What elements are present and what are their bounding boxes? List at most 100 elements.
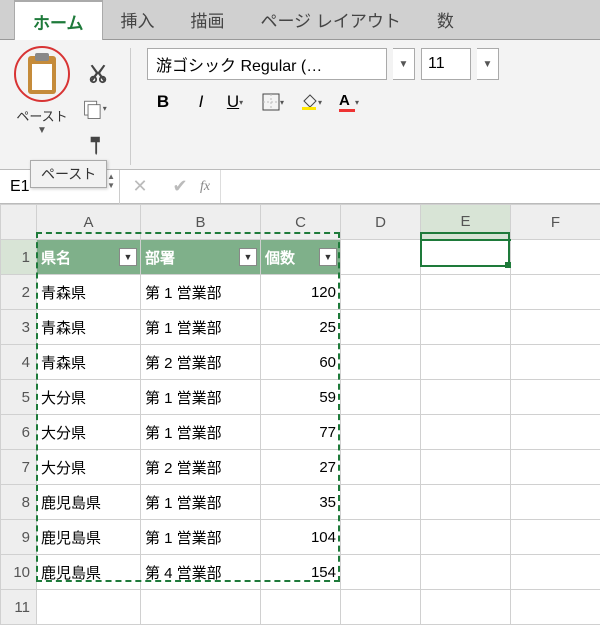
- fill-color-button[interactable]: ▾: [299, 88, 331, 116]
- cell[interactable]: 第 2 営業部: [141, 450, 261, 485]
- cancel-icon[interactable]: ✕: [132, 176, 147, 197]
- cell[interactable]: [341, 415, 421, 450]
- col-header-b[interactable]: B: [141, 205, 261, 240]
- cell[interactable]: 第 1 営業部: [141, 380, 261, 415]
- cell[interactable]: [421, 415, 511, 450]
- row-header[interactable]: 9: [1, 520, 37, 555]
- fx-label[interactable]: fx: [200, 179, 220, 195]
- cell[interactable]: 25: [261, 310, 341, 345]
- cell[interactable]: [261, 590, 341, 625]
- cell[interactable]: 鹿児島県: [37, 520, 141, 555]
- borders-button[interactable]: ▾: [261, 88, 293, 116]
- row-header[interactable]: 10: [1, 555, 37, 590]
- cell[interactable]: [341, 590, 421, 625]
- cell[interactable]: 第 1 営業部: [141, 520, 261, 555]
- cell[interactable]: 青森県: [37, 310, 141, 345]
- cell[interactable]: [511, 520, 600, 555]
- cut-button[interactable]: [82, 60, 114, 86]
- cell[interactable]: [421, 520, 511, 555]
- col-header-e[interactable]: E: [421, 205, 511, 240]
- cell[interactable]: [421, 450, 511, 485]
- italic-button[interactable]: I: [185, 88, 217, 116]
- cell[interactable]: 大分県: [37, 450, 141, 485]
- cell[interactable]: 35: [261, 485, 341, 520]
- cell[interactable]: 第 1 営業部: [141, 275, 261, 310]
- bold-button[interactable]: B: [147, 88, 179, 116]
- tab-draw[interactable]: 描画: [173, 0, 243, 39]
- cell[interactable]: [511, 590, 600, 625]
- row-header[interactable]: 6: [1, 415, 37, 450]
- cell[interactable]: 59: [261, 380, 341, 415]
- cell[interactable]: 77: [261, 415, 341, 450]
- cell[interactable]: 第 4 営業部: [141, 555, 261, 590]
- font-color-button[interactable]: A ▾: [337, 88, 369, 116]
- col-header-f[interactable]: F: [511, 205, 600, 240]
- cell[interactable]: [341, 310, 421, 345]
- cell[interactable]: 120: [261, 275, 341, 310]
- formula-input[interactable]: [220, 170, 600, 203]
- copy-button[interactable]: ▾: [82, 96, 114, 122]
- cell[interactable]: [421, 555, 511, 590]
- row-header[interactable]: 2: [1, 275, 37, 310]
- grid[interactable]: A B C D E F 1 県名▼ 部署▼ 個数▼ 2青森県第 1 営業部120…: [0, 204, 600, 625]
- tab-formulas-clipped[interactable]: 数: [419, 0, 472, 39]
- table-header-cell[interactable]: 部署▼: [141, 240, 261, 275]
- row-header[interactable]: 8: [1, 485, 37, 520]
- cell[interactable]: [341, 555, 421, 590]
- cell[interactable]: [511, 415, 600, 450]
- cell[interactable]: 154: [261, 555, 341, 590]
- font-name-dropdown-icon[interactable]: ▼: [393, 48, 415, 80]
- cell[interactable]: [141, 590, 261, 625]
- tab-page-layout[interactable]: ページ レイアウト: [243, 0, 419, 39]
- col-header-a[interactable]: A: [37, 205, 141, 240]
- cell[interactable]: [421, 590, 511, 625]
- row-header[interactable]: 5: [1, 380, 37, 415]
- cell[interactable]: [341, 345, 421, 380]
- cell[interactable]: 27: [261, 450, 341, 485]
- cell[interactable]: 大分県: [37, 380, 141, 415]
- col-header-c[interactable]: C: [261, 205, 341, 240]
- font-name-select[interactable]: 游ゴシック Regular (…: [147, 48, 387, 80]
- select-all-corner[interactable]: [1, 205, 37, 240]
- format-painter-button[interactable]: [82, 132, 114, 158]
- cell[interactable]: [511, 310, 600, 345]
- filter-dropdown-icon[interactable]: ▼: [119, 248, 137, 266]
- table-header-cell[interactable]: 県名▼: [37, 240, 141, 275]
- row-header[interactable]: 7: [1, 450, 37, 485]
- cell[interactable]: [421, 380, 511, 415]
- row-header[interactable]: 3: [1, 310, 37, 345]
- cell[interactable]: [511, 380, 600, 415]
- cell[interactable]: 第 1 営業部: [141, 485, 261, 520]
- cell[interactable]: [341, 275, 421, 310]
- filter-dropdown-icon[interactable]: ▼: [319, 248, 337, 266]
- table-header-cell[interactable]: 個数▼: [261, 240, 341, 275]
- row-header[interactable]: 4: [1, 345, 37, 380]
- row-header[interactable]: 11: [1, 590, 37, 625]
- cell[interactable]: 鹿児島県: [37, 485, 141, 520]
- font-size-select[interactable]: 11: [421, 48, 471, 80]
- cell[interactable]: 104: [261, 520, 341, 555]
- cell[interactable]: [341, 450, 421, 485]
- cell[interactable]: 鹿児島県: [37, 555, 141, 590]
- cell[interactable]: [421, 310, 511, 345]
- paste-button[interactable]: ペースト ▼: [12, 48, 72, 136]
- cell[interactable]: [511, 485, 600, 520]
- cell[interactable]: [341, 240, 421, 275]
- cell[interactable]: [421, 275, 511, 310]
- cell[interactable]: [511, 240, 600, 275]
- col-header-d[interactable]: D: [341, 205, 421, 240]
- cell[interactable]: [341, 520, 421, 555]
- cell[interactable]: [37, 590, 141, 625]
- cell[interactable]: 青森県: [37, 275, 141, 310]
- cell[interactable]: 大分県: [37, 415, 141, 450]
- cell[interactable]: [341, 380, 421, 415]
- cell[interactable]: 第 1 営業部: [141, 310, 261, 345]
- cell[interactable]: [421, 485, 511, 520]
- font-size-dropdown-icon[interactable]: ▼: [477, 48, 499, 80]
- cell[interactable]: [421, 345, 511, 380]
- tab-insert[interactable]: 挿入: [103, 0, 173, 39]
- filter-dropdown-icon[interactable]: ▼: [239, 248, 257, 266]
- cell[interactable]: [511, 450, 600, 485]
- cell[interactable]: [341, 485, 421, 520]
- row-header-1[interactable]: 1: [1, 240, 37, 275]
